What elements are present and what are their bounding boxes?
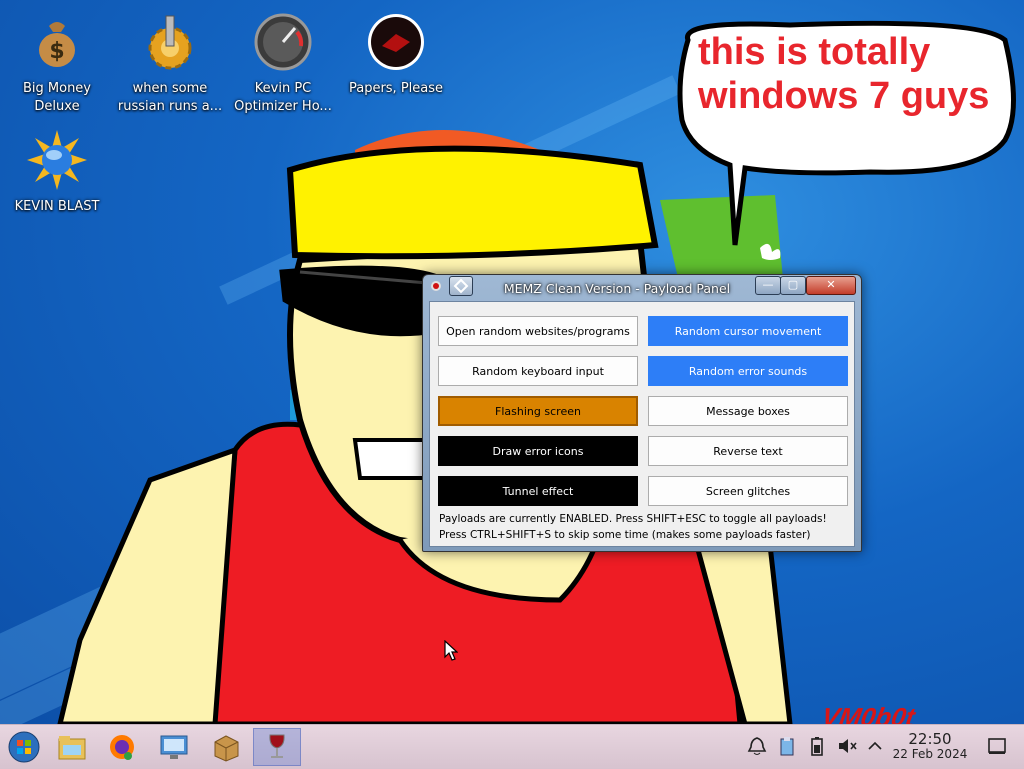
mouse-cursor-icon [444, 640, 458, 661]
start-button[interactable] [0, 728, 48, 766]
status-text-enabled: Payloads are currently ENABLED. Press SH… [439, 513, 827, 525]
clock-date[interactable]: 22 Feb 2024 [885, 747, 975, 761]
window-menu-button[interactable] [449, 276, 473, 296]
window-titlebar[interactable]: MEMZ Clean Version - Payload Panel — ▢ ✕ [423, 275, 861, 301]
svg-text:$: $ [49, 39, 64, 64]
clock-time[interactable]: 22:50 [895, 730, 965, 748]
payload-button-error-sounds[interactable]: Random error sounds [648, 356, 848, 386]
taskbar [0, 724, 1024, 769]
sun-globe-icon [27, 130, 87, 190]
payload-button-open-websites[interactable]: Open random websites/programs [438, 316, 638, 346]
speech-bubble-text: this is totally windows 7 guys [698, 31, 990, 117]
gear-icon [148, 15, 192, 70]
window-client-area: Open random websites/programs Random cur… [429, 301, 855, 547]
close-button[interactable]: ✕ [806, 276, 856, 295]
package-icon [214, 735, 239, 762]
chevron-up-icon[interactable] [864, 735, 886, 757]
payload-button-screen-glitches[interactable]: Screen glitches [648, 476, 848, 506]
desktop-icon-label: KEVIN BLAST [14, 199, 100, 214]
taskbar-control-panel[interactable] [150, 728, 198, 766]
minimize-button[interactable]: — [755, 276, 781, 295]
desktop-icon-label: when some [132, 81, 208, 96]
desktop-icon-kevin-blast[interactable]: KEVIN BLAST [2, 130, 112, 216]
clipboard-icon[interactable] [776, 735, 798, 757]
payload-button-message-boxes[interactable]: Message boxes [648, 396, 848, 426]
taskbar-wine-active[interactable] [253, 728, 301, 766]
firefox-icon [110, 735, 134, 760]
desktop-icon-label: russian runs a... [117, 99, 223, 114]
taskbar-firefox[interactable] [98, 728, 146, 766]
notification-bell-icon[interactable] [746, 735, 768, 757]
payload-button-reverse-text[interactable]: Reverse text [648, 436, 848, 466]
desktop-icon-label: Kevin PC [254, 81, 312, 96]
watermark-text: VM0b0t [819, 702, 918, 724]
diamond-icon [453, 278, 469, 294]
papers-please-icon [368, 14, 424, 70]
control-panel-icon [160, 735, 188, 759]
desktop-icon-kevin-pc-optimizer[interactable]: Kevin PC Optimizer Ho... [228, 12, 338, 116]
payload-button-tunnel-effect[interactable]: Tunnel effect [438, 476, 638, 506]
money-bag-icon: $ [39, 22, 75, 67]
desktop-icon-label: Papers, Please [348, 81, 444, 96]
taskbar-package[interactable] [202, 728, 250, 766]
maximize-button[interactable]: ▢ [780, 276, 806, 295]
payload-button-error-icons[interactable]: Draw error icons [438, 436, 638, 466]
battery-icon[interactable] [806, 735, 828, 757]
desktop-icon-big-money-deluxe[interactable]: $ Big Money Deluxe [2, 12, 112, 116]
volume-muted-icon[interactable] [836, 735, 858, 757]
desktop-icon-label: Deluxe [34, 99, 80, 114]
wine-icon [269, 734, 285, 758]
show-desktop-icon[interactable] [986, 735, 1008, 757]
payload-button-cursor-movement[interactable]: Random cursor movement [648, 316, 848, 346]
file-manager-icon [58, 736, 86, 760]
start-orb-icon [8, 731, 40, 763]
payload-button-keyboard-input[interactable]: Random keyboard input [438, 356, 638, 386]
window-title: MEMZ Clean Version - Payload Panel [503, 281, 731, 296]
app-icon [431, 281, 441, 291]
desktop-icon-label: Big Money [22, 81, 91, 96]
status-text-hint: Press CTRL+SHIFT+S to skip some time (ma… [439, 529, 811, 541]
speedometer-icon [254, 13, 312, 71]
payload-button-flashing-screen[interactable]: Flashing screen [438, 396, 638, 426]
taskbar-file-manager[interactable] [48, 728, 96, 766]
payload-panel-window: MEMZ Clean Version - Payload Panel — ▢ ✕… [422, 274, 862, 552]
desktop-icon-papers-please[interactable]: Papers, Please [341, 12, 451, 98]
desktop-icon-label: Optimizer Ho... [234, 99, 332, 114]
desktop-icon-russian-runs[interactable]: when some russian runs a... [115, 12, 225, 116]
